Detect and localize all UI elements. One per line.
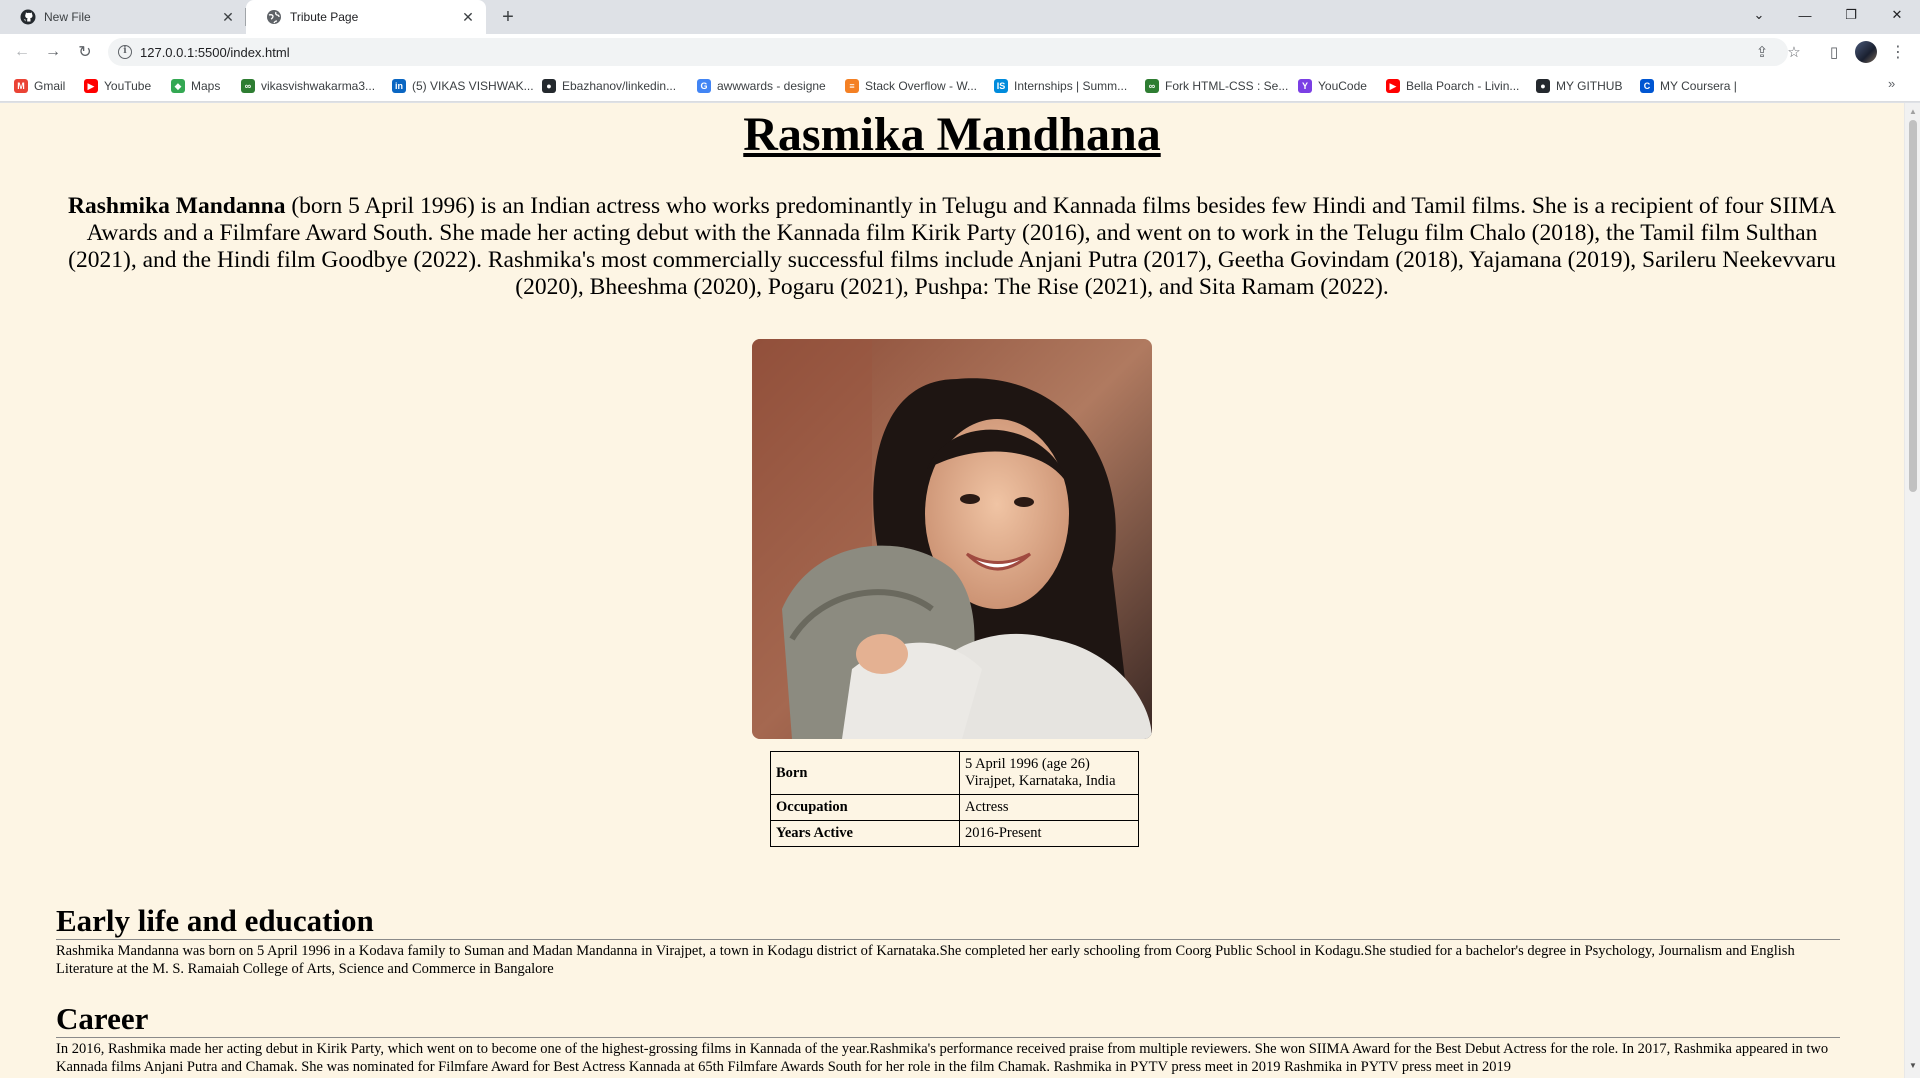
section-early-life: Early life and education Rashmika Mandan… xyxy=(56,904,1840,978)
bookmark-label: Maps xyxy=(191,79,221,93)
address-bar[interactable]: i 127.0.0.1:5500/index.html xyxy=(108,38,1788,66)
bookmark-label: Internships | Summ... xyxy=(1014,79,1128,93)
profile-avatar[interactable] xyxy=(1855,41,1877,63)
bookmark-item[interactable]: ● MY GITHUB xyxy=(1536,76,1622,96)
born-value: 5 April 1996 (age 26) Virajpet, Karnataka… xyxy=(959,751,1139,795)
forward-button[interactable]: → xyxy=(41,40,65,64)
close-window-button[interactable]: ✕ xyxy=(1874,0,1920,30)
reload-button[interactable]: ↻ xyxy=(73,40,97,64)
youtube-icon: ▶ xyxy=(84,79,98,93)
bookmark-item[interactable]: Gawwwards - designe xyxy=(697,76,826,96)
occupation-label: Occupation xyxy=(770,794,960,821)
back-button[interactable]: ← xyxy=(10,40,34,64)
tab-strip: New File ✕ Tribute Page ✕ + ⌄ — ❐ ✕ xyxy=(0,0,1920,34)
bookmark-item[interactable]: ● Ebazhanov/linkedin... xyxy=(542,76,676,96)
born-label: Born xyxy=(770,751,960,795)
born-date: 5 April 1996 (age 26) xyxy=(965,756,1090,772)
bookmark-item[interactable]: Y YouCode xyxy=(1298,76,1367,96)
bookmark-label: Stack Overflow - W... xyxy=(865,79,978,93)
tab-title: Tribute Page xyxy=(290,10,359,24)
tab-title: New File xyxy=(44,10,91,24)
github-icon xyxy=(20,9,36,25)
close-icon[interactable]: ✕ xyxy=(218,7,238,27)
restore-button[interactable]: ❐ xyxy=(1828,0,1874,30)
bookmark-item[interactable]: ▶ Bella Poarch - Livin... xyxy=(1386,76,1519,96)
new-tab-button[interactable]: + xyxy=(496,5,520,29)
stackoverflow-icon: ≡ xyxy=(845,79,859,93)
tab-search-chevron-icon[interactable]: ⌄ xyxy=(1736,0,1782,30)
linkedin-icon: in xyxy=(392,79,406,93)
bookmark-label: YouCode xyxy=(1318,79,1367,93)
table-row: Born 5 April 1996 (age 26) Virajpet, Karn… xyxy=(770,751,1139,795)
tab-new-file[interactable]: New File ✕ xyxy=(0,0,246,34)
section-heading: Early life and education xyxy=(56,904,1840,940)
bookmark-item[interactable]: ≡ Stack Overflow - W... xyxy=(845,76,977,96)
bookmark-label: Fork HTML-CSS : Se... xyxy=(1165,79,1289,93)
born-place: Virajpet, Karnataka, India xyxy=(965,773,1116,789)
github-icon: ● xyxy=(542,79,556,93)
bookmark-label: MY GITHUB xyxy=(1556,79,1623,93)
section-paragraph: In 2016, Rashmika made her acting debut … xyxy=(56,1041,1829,1075)
bookmark-item[interactable]: IS Internships | Summ... xyxy=(994,76,1127,96)
bookmarks-overflow-icon[interactable]: » xyxy=(1888,76,1895,91)
bookmark-star-icon[interactable]: ☆ xyxy=(1782,40,1806,64)
page-title: Rasmika Mandhana xyxy=(743,108,1161,161)
bookmark-item[interactable]: C MY Coursera | xyxy=(1640,76,1737,96)
table-row: Years Active 2016-Present xyxy=(770,820,1139,847)
internshala-icon: IS xyxy=(994,79,1008,93)
years-active-value: 2016-Present xyxy=(959,820,1139,847)
intro-text: (born 5 April 1996) is an Indian actress… xyxy=(68,193,1836,300)
side-panel-icon[interactable]: ▯ xyxy=(1822,40,1846,64)
codolio-icon: ∞ xyxy=(241,79,255,93)
bookmarks-bar: M Gmail ▶ YouTube ◆ Maps ∞ vikasvishwakarma3...… xyxy=(0,70,1920,102)
bookmark-item[interactable]: ∞ vikasvishwakarma3... xyxy=(241,76,375,96)
portrait-image xyxy=(752,339,1152,739)
browser-toolbar: ← → ↻ i 127.0.0.1:5500/index.html ⇪ ☆ ▯ … xyxy=(0,34,1920,70)
site-info-icon[interactable]: i xyxy=(118,45,132,59)
bookmark-item[interactable]: ▶ YouTube xyxy=(84,76,151,96)
codolio-icon: ∞ xyxy=(1145,79,1159,93)
bookmark-item[interactable]: in (5) VIKAS VISHWAK... xyxy=(392,76,534,96)
bookmark-label: vikasvishwakarma3... xyxy=(261,79,376,93)
section-heading: Career xyxy=(56,1002,1840,1038)
years-active-label: Years Active xyxy=(770,820,960,847)
intro-paragraph: Rashmika Mandanna (born 5 April 1996) is… xyxy=(68,193,1836,301)
scroll-thumb[interactable] xyxy=(1909,120,1917,492)
bookmark-label: YouTube xyxy=(104,79,152,93)
youtube-icon: ▶ xyxy=(1386,79,1400,93)
bookmark-item[interactable]: ∞ Fork HTML-CSS : Se... xyxy=(1145,76,1288,96)
intro-name: Rashmika Mandanna xyxy=(68,193,286,219)
kebab-menu-icon[interactable]: ⋮ xyxy=(1888,40,1908,64)
coursera-icon: C xyxy=(1640,79,1654,93)
github-icon: ● xyxy=(1536,79,1550,93)
info-table: Born 5 April 1996 (age 26) Virajpet, Karn… xyxy=(770,751,1139,847)
bookmark-item[interactable]: ◆ Maps xyxy=(171,76,220,96)
maps-icon: ◆ xyxy=(171,79,185,93)
bookmark-label: MY Coursera | xyxy=(1660,79,1737,93)
bookmark-label: Ebazhanov/linkedin... xyxy=(562,79,677,93)
scroll-down-arrow-icon[interactable]: ▼ xyxy=(1909,1061,1917,1070)
bookmark-label: awwwards - designe xyxy=(717,79,826,93)
section-paragraph: Rashmika Mandanna was born on 5 April 19… xyxy=(56,943,1795,977)
bookmark-label: Gmail xyxy=(34,79,66,93)
youcode-icon: Y xyxy=(1298,79,1312,93)
tab-tribute-page[interactable]: Tribute Page ✕ xyxy=(246,0,486,34)
occupation-value: Actress xyxy=(959,794,1139,821)
gmail-icon: M xyxy=(14,79,28,93)
bookmark-label: Bella Poarch - Livin... xyxy=(1406,79,1520,93)
share-icon[interactable]: ⇪ xyxy=(1750,40,1774,64)
scroll-up-arrow-icon[interactable]: ▲ xyxy=(1909,107,1917,116)
close-icon[interactable]: ✕ xyxy=(458,7,478,27)
google-icon: G xyxy=(697,79,711,93)
section-career: Career In 2016, Rashmika made her acting… xyxy=(56,1002,1840,1076)
page-viewport: Rasmika Mandhana Rashmika Mandanna (born… xyxy=(0,103,1904,1078)
minimize-button[interactable]: — xyxy=(1782,0,1828,30)
bookmark-item[interactable]: M Gmail xyxy=(14,76,65,96)
globe-icon xyxy=(266,9,282,25)
page-scrollbar[interactable]: ▲ ▼ xyxy=(1904,103,1920,1078)
url-text[interactable]: 127.0.0.1:5500/index.html xyxy=(140,45,290,60)
bookmark-label: (5) VIKAS VISHWAK... xyxy=(412,79,534,93)
table-row: Occupation Actress xyxy=(770,794,1139,821)
